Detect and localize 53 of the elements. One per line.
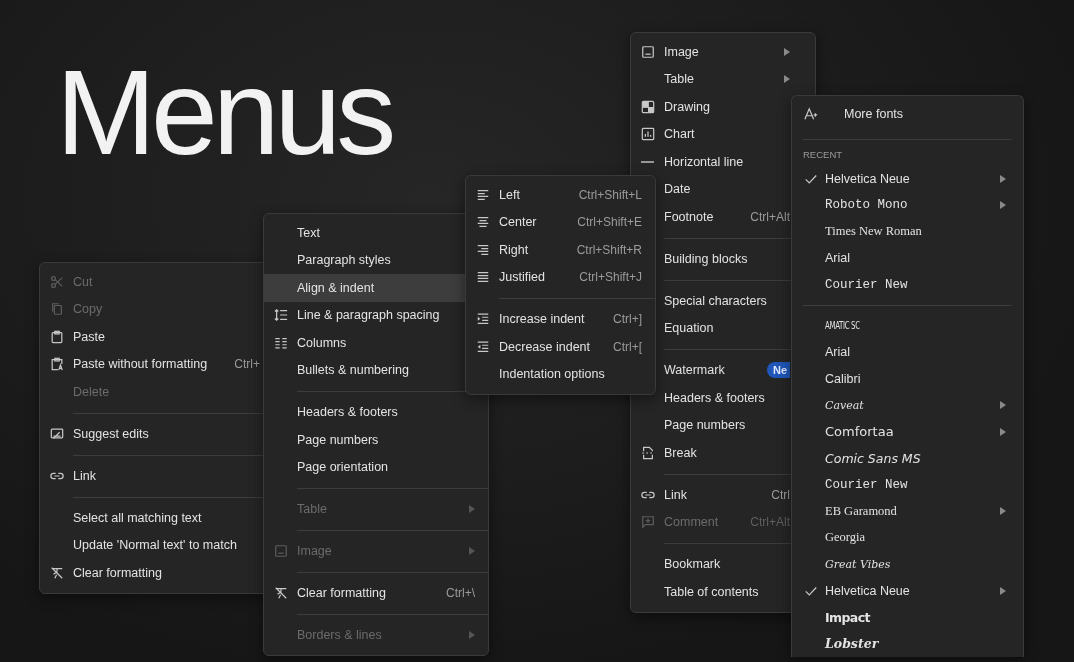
drawing-icon bbox=[640, 99, 655, 114]
clear-formatting-icon bbox=[273, 586, 288, 601]
menu-item[interactable]: Roboto Mono bbox=[792, 192, 1023, 219]
shortcut-label: Ctrl+Shift+L bbox=[578, 187, 642, 202]
suggest-edit-icon bbox=[49, 426, 64, 441]
shortcut-label: Ctrl+Shift+E bbox=[577, 215, 642, 230]
shortcut-label: Ctrl+Shift+J bbox=[579, 270, 642, 285]
shortcut-label: Ctrl+Shift+R bbox=[576, 242, 642, 257]
clear-formatting-icon bbox=[49, 565, 64, 580]
comment-icon bbox=[640, 515, 655, 530]
align-right-icon bbox=[475, 242, 490, 257]
shortcut-label: Ctrl+Alt bbox=[750, 515, 790, 530]
clipboard-icon bbox=[49, 329, 64, 344]
menu-item[interactable]: AMATIC SC bbox=[792, 312, 1023, 339]
menu-item[interactable]: Center Ctrl+Shift+E bbox=[466, 208, 655, 236]
bar-chart-icon bbox=[640, 127, 655, 142]
menu-item[interactable]: Lobster bbox=[792, 630, 1023, 657]
menu-item[interactable]: Left Ctrl+Shift+L bbox=[466, 181, 655, 209]
align-left-icon bbox=[475, 187, 490, 202]
menu-item[interactable]: Right Ctrl+Shift+R bbox=[466, 236, 655, 264]
font-add-icon bbox=[804, 107, 818, 121]
shortcut-label: Ctrl+ bbox=[234, 357, 260, 372]
line-spacing-icon bbox=[273, 308, 288, 323]
page-title: Menus bbox=[56, 52, 392, 172]
shortcut-label: Ctrl+\ bbox=[446, 586, 475, 601]
menu-item[interactable]: Arial bbox=[792, 245, 1023, 272]
shortcut-label: Ctrl+] bbox=[613, 312, 642, 327]
copy-icon bbox=[49, 302, 64, 317]
menu-item[interactable]: Table bbox=[631, 65, 815, 93]
align-center-icon bbox=[475, 215, 490, 230]
menu-item[interactable]: Courier New bbox=[792, 271, 1023, 298]
scissors-icon bbox=[49, 274, 64, 289]
align-justify-icon bbox=[475, 270, 490, 285]
menu-item[interactable]: Image bbox=[631, 38, 815, 66]
shortcut-label: Ctrl+[ bbox=[613, 339, 642, 354]
indent-increase-icon bbox=[475, 312, 490, 327]
menu-item[interactable]: Helvetica Neue bbox=[792, 165, 1023, 192]
menu-item[interactable]: Great Vibes bbox=[792, 551, 1023, 578]
new-badge: Ne bbox=[766, 362, 790, 379]
columns-icon bbox=[273, 335, 288, 350]
image-icon bbox=[640, 44, 655, 59]
shortcut-label: Ctrl+Alt bbox=[750, 209, 790, 224]
section-header: RECENT bbox=[803, 149, 843, 160]
shortcut-label: Ctrl bbox=[771, 487, 790, 502]
page-break-icon bbox=[640, 445, 655, 460]
horizontal-line-icon bbox=[641, 160, 654, 163]
indent-decrease-icon bbox=[475, 339, 490, 354]
clipboard-text-icon bbox=[49, 357, 64, 372]
image-icon bbox=[273, 544, 288, 559]
menu-item[interactable]: Helvetica Neue bbox=[792, 577, 1023, 604]
menu-item[interactable]: Caveat bbox=[792, 392, 1023, 419]
menu-item[interactable]: Impact bbox=[792, 604, 1023, 631]
menu-item[interactable]: Times New Roman bbox=[792, 218, 1023, 245]
